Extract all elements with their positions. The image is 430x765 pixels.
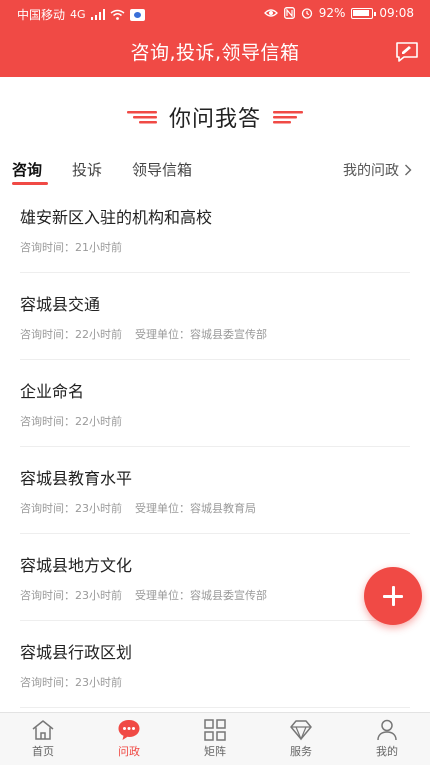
item-title: 容城县行政区划 <box>20 643 133 662</box>
item-title: 企业命名 <box>20 382 85 401</box>
nfc-icon <box>283 7 295 19</box>
inquiry-list: 雄安新区入驻的机构和高校 咨询时间：21小时前 容城县交通 咨询时间：22小时前… <box>0 186 430 708</box>
battery-icon <box>351 7 377 19</box>
chat-bubble-icon <box>118 720 140 740</box>
page-title: 咨询,投诉,领导信箱 <box>130 42 300 64</box>
my-inquiries-link[interactable]: 我的问政 <box>343 160 412 180</box>
item-time: 咨询时间：23小时前 <box>20 502 122 515</box>
notification-app-icon <box>129 8 145 21</box>
bottom-nav: 首页 问政 矩阵 服务 我的 <box>0 712 430 765</box>
nav-label: 矩阵 <box>204 745 226 758</box>
list-item[interactable]: 容城县地方文化 咨询时间：23小时前 受理单位：容城县委宣传部 <box>20 534 410 621</box>
eye-icon <box>263 9 278 17</box>
item-meta: 咨询时间：23小时前 受理单位：容城县教育局 <box>20 500 256 516</box>
nav-item-wenzheng[interactable]: 问政 <box>99 719 159 759</box>
clock-time: 09:08 <box>379 6 414 20</box>
item-unit: 受理单位：容城县委宣传部 <box>135 328 267 341</box>
tab-consult[interactable]: 咨询 <box>12 159 42 180</box>
active-tab-indicator <box>12 182 48 185</box>
item-meta: 咨询时间：21小时前 <box>20 239 135 255</box>
category-tabs: 咨询 投诉 领导信箱 我的问政 <box>0 155 430 185</box>
item-time: 咨询时间：22小时前 <box>20 328 122 341</box>
item-meta: 咨询时间：23小时前 <box>20 674 135 690</box>
list-item[interactable]: 雄安新区入驻的机构和高校 咨询时间：21小时前 <box>20 186 410 273</box>
item-time: 咨询时间：21小时前 <box>20 241 122 254</box>
item-meta: 咨询时间：22小时前 <box>20 413 135 429</box>
my-inquiries-label: 我的问政 <box>343 163 399 179</box>
list-item[interactable]: 容城县交通 咨询时间：22小时前 受理单位：容城县委宣传部 <box>20 273 410 360</box>
section-header: 你问我答 <box>0 100 430 134</box>
decor-lines-right-icon <box>273 111 303 124</box>
item-title: 雄安新区入驻的机构和高校 <box>20 208 213 227</box>
nav-item-service[interactable]: 服务 <box>271 719 331 759</box>
item-time: 咨询时间：23小时前 <box>20 589 122 602</box>
nav-item-mine[interactable]: 我的 <box>357 719 417 759</box>
user-icon <box>377 719 397 741</box>
signal-icon <box>90 9 105 20</box>
item-meta: 咨询时间：22小时前 受理单位：容城县委宣传部 <box>20 326 267 342</box>
item-unit: 受理单位：容城县教育局 <box>135 502 256 515</box>
decor-lines-left-icon <box>126 111 157 124</box>
carrier-label: 中国移动 <box>17 8 66 22</box>
item-time: 咨询时间：23小时前 <box>20 676 122 689</box>
diamond-icon <box>290 720 312 741</box>
list-item[interactable]: 容城县行政区划 咨询时间：23小时前 <box>20 621 410 708</box>
alarm-icon <box>301 8 312 19</box>
grid-icon <box>204 719 226 741</box>
network-type: 4G <box>70 8 86 21</box>
app-header: 中国移动 4G 92% 09:08 咨询,投诉,领导信箱 <box>0 0 430 77</box>
item-unit: 受理单位：容城县委宣传部 <box>135 589 267 602</box>
status-bar: 中国移动 4G 92% 09:08 <box>0 0 430 26</box>
item-title: 容城县交通 <box>20 295 101 314</box>
nav-label: 服务 <box>290 745 312 758</box>
add-inquiry-button[interactable] <box>364 567 422 625</box>
item-title: 容城县教育水平 <box>20 469 133 488</box>
item-time: 咨询时间：22小时前 <box>20 415 122 428</box>
chevron-right-icon <box>405 164 412 176</box>
list-item[interactable]: 企业命名 咨询时间：22小时前 <box>20 360 410 447</box>
item-title: 容城县地方文化 <box>20 556 133 575</box>
nav-item-matrix[interactable]: 矩阵 <box>185 719 245 759</box>
nav-item-home[interactable]: 首页 <box>13 719 73 759</box>
wifi-icon <box>110 9 125 20</box>
message-edit-icon[interactable] <box>395 41 419 63</box>
nav-label: 我的 <box>376 745 398 758</box>
nav-label: 首页 <box>32 745 54 758</box>
section-title: 你问我答 <box>168 107 261 132</box>
battery-percent: 92% <box>318 6 346 20</box>
item-meta: 咨询时间：23小时前 受理单位：容城县委宣传部 <box>20 587 267 603</box>
tab-complaint[interactable]: 投诉 <box>72 159 102 180</box>
nav-label: 问政 <box>118 745 140 758</box>
home-icon <box>32 720 54 740</box>
tab-leader-mailbox[interactable]: 领导信箱 <box>132 159 192 180</box>
list-item[interactable]: 容城县教育水平 咨询时间：23小时前 受理单位：容城县教育局 <box>20 447 410 534</box>
